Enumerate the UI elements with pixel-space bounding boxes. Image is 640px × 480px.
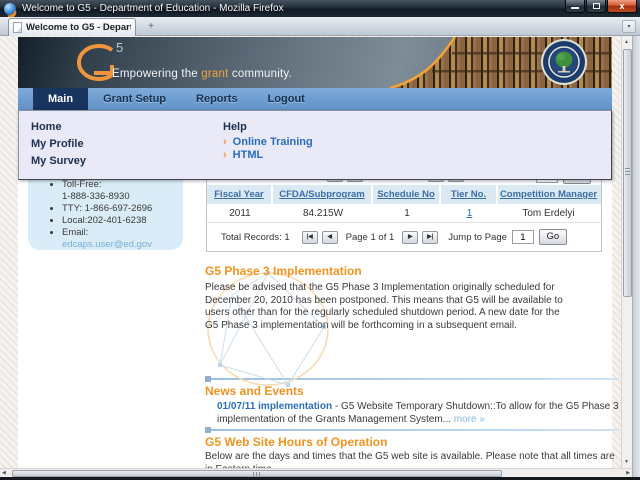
contact-toll-free: Toll-Free:1-888-336-8930 [62, 179, 183, 203]
logo-five: 5 [116, 40, 123, 55]
news-item-link[interactable]: 01/07/11 implementation [217, 401, 332, 412]
department-of-education-seal [541, 39, 587, 85]
scroll-up-icon[interactable]: ▲ [624, 39, 629, 45]
new-tab-button[interactable]: + [142, 21, 160, 34]
tab-title: Welcome to G5 - Department of Edu... [26, 22, 131, 33]
table-header-row: Fiscal Year CFDA/Subprogram Schedule No … [207, 185, 601, 204]
hours-text: Below are the days and times that the G5… [205, 451, 617, 468]
phase3-text: Please be advised that the G5 Phase 3 Im… [205, 282, 567, 332]
menu-link-html[interactable]: ›HTML [223, 149, 263, 161]
news-heading: News and Events [205, 384, 304, 398]
minimize-icon [571, 7, 579, 9]
tab-strip: Welcome to G5 - Department of Edu... + ▾ [0, 17, 640, 36]
menu-item-my-survey[interactable]: My Survey [31, 155, 86, 167]
header-schedule-no[interactable]: Schedule No [373, 185, 441, 204]
contact-tty: TTY: 1-866-697-2696 [62, 203, 183, 215]
header-competition-manager[interactable]: Competition Manager [498, 185, 599, 204]
window-frame-right [632, 36, 640, 477]
hours-heading: G5 Web Site Hours of Operation [205, 435, 387, 449]
nav-logout[interactable]: Logout [253, 88, 320, 110]
header-fiscal-year[interactable]: Fiscal Year [207, 185, 273, 204]
cell-competition-manager: Tom Erdelyi [498, 208, 599, 219]
news-item: 01/07/11 implementation - G5 Website Tem… [217, 401, 621, 426]
page-indicator: Page 1 of 1 [346, 232, 395, 243]
horizontal-scrollbar[interactable]: ◀ ▶ [0, 468, 632, 477]
firefox-window: Welcome to G5 - Department of Education … [0, 0, 640, 480]
tier-no-link[interactable]: 1 [467, 208, 473, 219]
email-link[interactable]: edcaps.user@ed.gov [62, 239, 152, 250]
banner-tagline: Empowering the grant community. [112, 68, 292, 80]
banner-decoration [332, 37, 612, 88]
contact-local: Local:202-401-6238 [62, 215, 183, 227]
g5-banner: 5 Empowering the grant community. [18, 37, 612, 88]
header-tier-no[interactable]: Tier No. [441, 185, 498, 204]
first-page-button[interactable]: |◀ [302, 231, 318, 244]
maximize-icon [593, 3, 600, 9]
header-cfda-subprogram[interactable]: CFDA/Subprogram [273, 185, 373, 204]
contact-email: Email:edcaps.user@ed.gov [62, 227, 183, 250]
divider-line [211, 429, 619, 431]
maximize-button[interactable] [586, 0, 606, 13]
horizontal-scrollbar-thumb[interactable] [12, 470, 502, 477]
nav-main[interactable]: Main [33, 88, 88, 110]
menu-link-online-training[interactable]: ›Online Training [223, 136, 313, 148]
jump-to-page-label: Jump to Page [448, 232, 507, 243]
contact-info-box: Toll-Free:1-888-336-8930 TTY: 1-866-697-… [28, 177, 183, 250]
scroll-down-icon[interactable]: ▼ [624, 459, 629, 465]
close-icon: x [608, 0, 636, 12]
window-titlebar: Welcome to G5 - Department of Education … [0, 0, 640, 17]
scroll-right-icon[interactable]: ▶ [626, 470, 630, 476]
cell-cfda-subprogram: 84.215W [273, 208, 373, 219]
minimize-button[interactable] [565, 0, 585, 13]
jump-page-input[interactable] [512, 230, 534, 244]
nav-reports[interactable]: Reports [181, 88, 253, 110]
menu-item-my-profile[interactable]: My Profile [31, 138, 84, 150]
browser-viewport: 5 Empowering the grant community. Main G… [0, 36, 632, 468]
main-navbar: Main Grant Setup Reports Logout [18, 88, 612, 110]
next-page-button[interactable]: ▶ [402, 231, 418, 244]
table-row: 2011 84.215W 1 1 Tom Erdelyi [207, 204, 601, 222]
list-all-tabs-button[interactable]: ▾ [622, 20, 636, 33]
vertical-scrollbar-thumb[interactable] [623, 49, 632, 297]
chevron-icon: › [223, 136, 227, 148]
section-divider [205, 427, 619, 434]
firefox-icon [4, 3, 16, 15]
last-page-button[interactable]: ▶| [422, 231, 438, 244]
page-icon [13, 22, 22, 33]
window-title: Welcome to G5 - Department of Education … [22, 3, 284, 14]
g5-page: 5 Empowering the grant community. Main G… [18, 37, 612, 468]
table-pagination-bottom: Total Records: 1 |◀ ◀ Page 1 of 1 ▶ ▶| J… [207, 222, 601, 251]
cell-tier-no: 1 [441, 208, 498, 219]
nav-grant-setup[interactable]: Grant Setup [88, 88, 181, 110]
go-button[interactable]: Go [539, 229, 567, 245]
cell-fiscal-year: 2011 [207, 208, 273, 219]
more-link[interactable]: more » [454, 414, 485, 425]
chevron-icon: › [223, 149, 227, 161]
close-button[interactable]: x [607, 0, 637, 13]
browser-tab[interactable]: Welcome to G5 - Department of Edu... [8, 18, 136, 36]
menu-header-help: Help [223, 121, 247, 133]
total-records: Total Records: 1 [221, 232, 290, 243]
main-menu-dropdown: Home My Profile My Survey Help ›Online T… [18, 110, 612, 180]
scroll-left-icon[interactable]: ◀ [2, 470, 6, 476]
cell-schedule-no: 1 [373, 208, 441, 219]
prev-page-button[interactable]: ◀ [322, 231, 338, 244]
phase3-heading: G5 Phase 3 Implementation [205, 264, 362, 278]
menu-item-home[interactable]: Home [31, 121, 62, 133]
vertical-scrollbar[interactable]: ▲ ▼ [621, 36, 632, 468]
